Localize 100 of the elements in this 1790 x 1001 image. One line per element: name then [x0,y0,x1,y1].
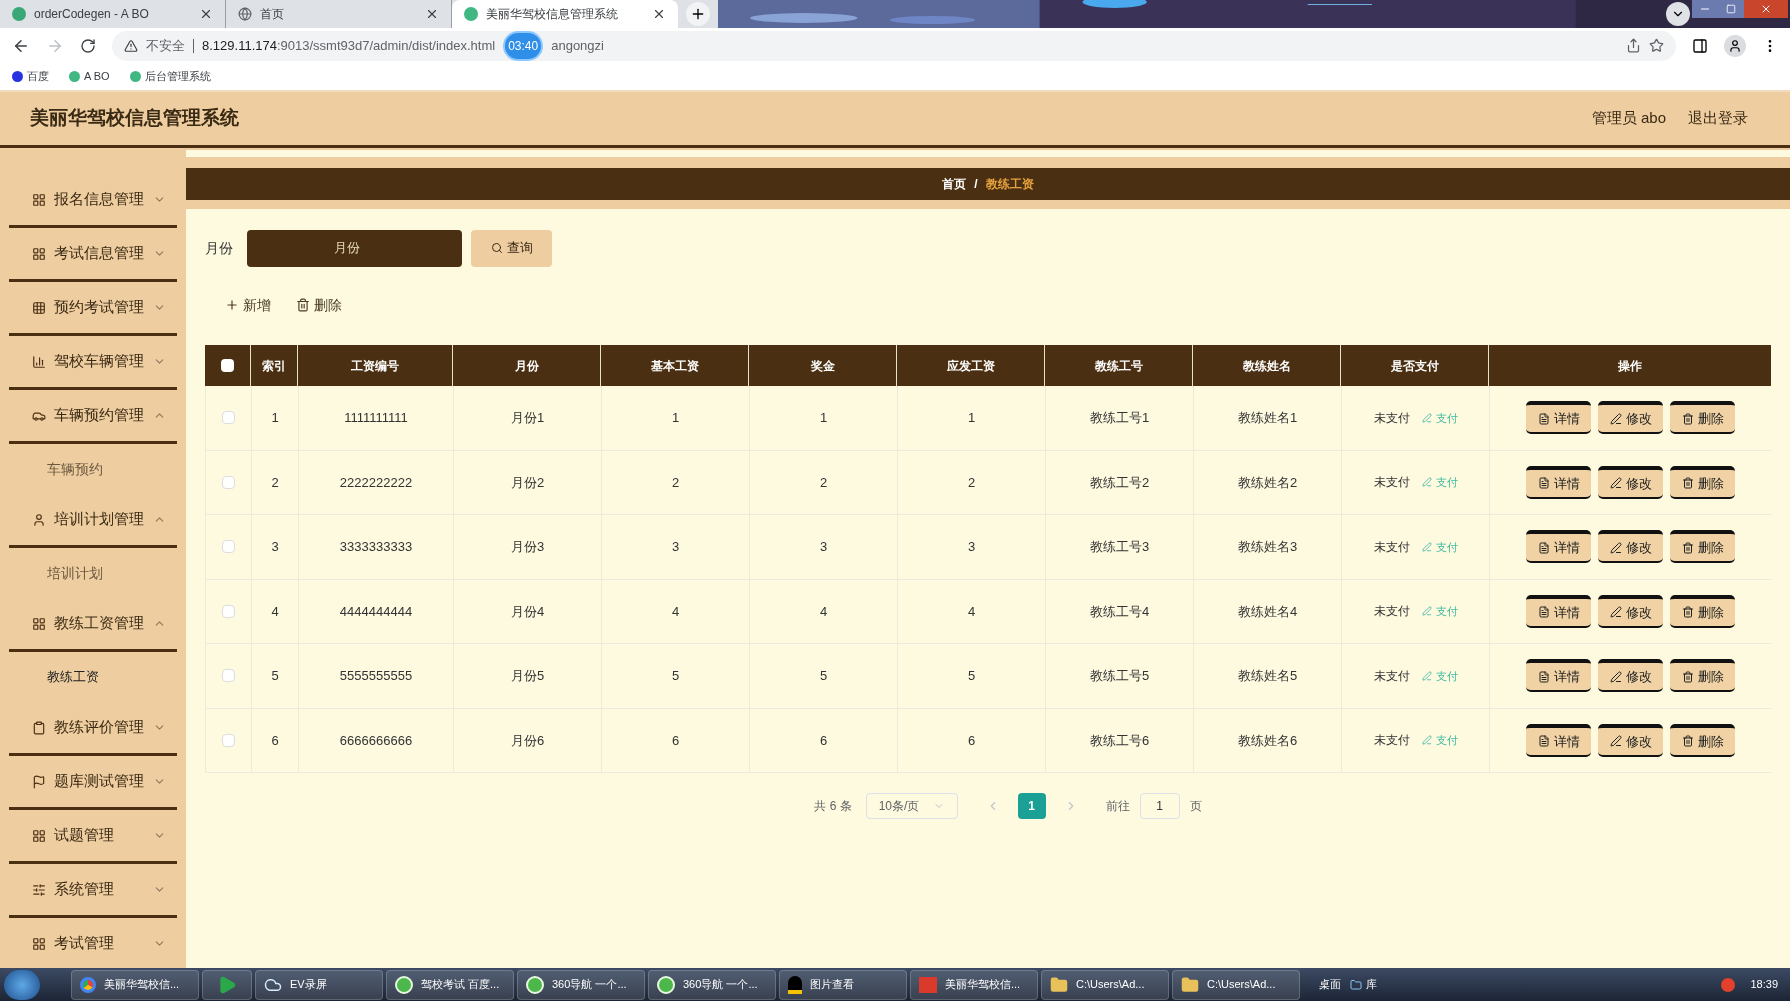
menu-item[interactable]: 系统管理 [0,864,186,915]
search-button[interactable]: 查询 [471,229,552,267]
row-checkbox[interactable] [222,475,235,489]
side-panel-icon[interactable] [1692,37,1708,54]
table-cell-text: 6 [967,731,976,750]
row-checkbox[interactable] [222,604,235,618]
menu-item[interactable]: 考试管理 [0,918,186,968]
detail-button[interactable]: 详情 [1526,465,1591,499]
menu-item[interactable]: 试题管理 [0,810,186,861]
page-size-select[interactable]: 10条/页 [865,793,958,819]
payment-status: 未支付 [1373,538,1410,556]
desktop-toolbar[interactable]: 桌面 [1319,976,1341,993]
edit-button[interactable]: 修改 [1598,530,1663,564]
payment-status: 未支付 [1373,603,1410,621]
delete-button[interactable]: 删除 [1670,659,1735,693]
submenu-item[interactable]: 培训计划 [0,548,186,598]
address-bar[interactable]: 不安全 8.129.11.174:9013/ssmt93d7/admin/dist/index.html 03:40 angongzi [112,30,1676,61]
detail-button[interactable]: 详情 [1526,594,1591,628]
table-cell-text: 教练姓名1 [1237,409,1298,427]
edit-button[interactable]: 修改 [1598,401,1663,435]
delete-button[interactable]: 删除 [296,294,342,316]
share-icon[interactable] [1626,38,1641,53]
profile-button[interactable] [1724,34,1746,57]
table-cell-text: 教练姓名5 [1237,667,1298,685]
taskbar-item[interactable]: 图片查看 [779,969,907,1000]
breadcrumb-link[interactable]: 首页 [942,175,967,193]
menu-item[interactable]: 预约考试管理 [0,282,186,333]
menu-item[interactable]: 题库测试管理 [0,756,186,807]
submenu-item[interactable]: 车辆预约 [0,444,186,494]
taskbar-item[interactable]: C:\Users\Ad... [1041,969,1169,1000]
folder-icon [1350,978,1362,991]
taskbar-item[interactable]: 360导航 一个... [517,969,645,1000]
delete-button[interactable]: 删除 [1670,594,1735,628]
menu-item[interactable]: 驾校车辆管理 [0,336,186,387]
edit-button[interactable]: 修改 [1598,594,1663,628]
breadcrumb-link[interactable]: 教练工资 [985,175,1034,193]
table-cell-text: 月份5 [510,667,545,685]
menu-item[interactable]: 考试信息管理 [0,228,186,279]
table-cell-text: 1 [967,409,976,427]
menu-item[interactable]: 报名信息管理 [0,174,186,225]
delete-button[interactable]: 删除 [1670,530,1735,564]
star-icon[interactable] [1649,38,1664,53]
restore-button[interactable] [1718,0,1744,18]
edit-button[interactable]: 修改 [1598,659,1663,693]
delete-button[interactable]: 删除 [1670,465,1735,499]
start-button[interactable] [4,969,40,1000]
bookmark[interactable]: A BO [69,68,110,85]
total-count: 共 6 条 [814,798,852,815]
taskbar-item[interactable]: 美丽华驾校信... [71,969,199,1000]
table-cell-text: 4 [671,602,680,621]
clock: 18:39 [1749,977,1779,993]
browser-tab[interactable]: 美丽华驾校信息管理系统 [452,0,678,28]
select-all-checkbox[interactable] [221,359,234,372]
logout-link[interactable]: 退出登录 [1688,107,1748,130]
table-cell-text: 1 [671,409,680,427]
menu-item[interactable]: 教练工资管理 [0,598,186,649]
url-text: 8.129.11.174:9013/ssmt93d7/admin/dist/index.html [202,36,496,55]
reload-icon[interactable] [80,37,96,54]
edit-button[interactable]: 修改 [1598,723,1663,757]
detail-button[interactable]: 详情 [1526,723,1591,757]
search-input[interactable]: 月份 [259,238,455,258]
submenu-item[interactable]: 教练工资 [0,652,186,702]
menu-icon [32,354,46,369]
new-tab-button[interactable] [686,2,710,26]
taskbar-item[interactable]: 驾校考试 百度... [386,969,514,1000]
add-button[interactable]: 新增 [225,294,271,316]
taskbar-item[interactable]: C:\Users\Ad... [1172,969,1300,1000]
tray-icon[interactable] [1721,977,1736,992]
search-field[interactable]: 月份 [247,229,462,267]
menu-item[interactable]: 培训计划管理 [0,494,186,545]
row-checkbox[interactable] [222,540,235,554]
detail-button[interactable]: 详情 [1526,401,1591,435]
table-cell-text: 月份3 [510,538,545,556]
page-input[interactable]: 1 [1139,793,1180,819]
tab-title: 首页 [260,6,285,23]
close-icon[interactable] [652,7,666,21]
bookmark[interactable]: 后台管理系统 [129,68,211,85]
table-cell-text: 2222222222 [339,473,413,492]
library-toolbar[interactable]: 库 [1350,976,1377,993]
taskbar-item[interactable]: 360导航 一个... [648,969,776,1000]
delete-button[interactable]: 删除 [1670,401,1735,435]
table-cell-text: 5 [271,667,279,685]
person-icon [1728,38,1742,53]
row-checkbox[interactable] [222,733,235,747]
detail-button[interactable]: 详情 [1526,530,1591,564]
taskbar-item[interactable]: 美丽华驾校信... [910,969,1038,1000]
taskbar-item[interactable]: EV录屏 [255,969,383,1000]
plus-icon [225,298,239,312]
row-checkbox[interactable] [222,411,235,425]
delete-button[interactable]: 删除 [1670,723,1735,757]
detail-button[interactable]: 详情 [1526,659,1591,693]
url-text: angongzi [551,36,604,55]
row-checkbox[interactable] [222,669,235,683]
close-icon[interactable] [199,7,213,21]
taskbar-item[interactable] [202,969,252,1000]
close-icon[interactable] [425,7,439,21]
edit-button[interactable]: 修改 [1598,465,1663,499]
bookmark[interactable]: 百度 [12,68,49,85]
menu-item[interactable]: 教练评价管理 [0,702,186,753]
menu-item[interactable]: 车辆预约管理 [0,390,186,441]
